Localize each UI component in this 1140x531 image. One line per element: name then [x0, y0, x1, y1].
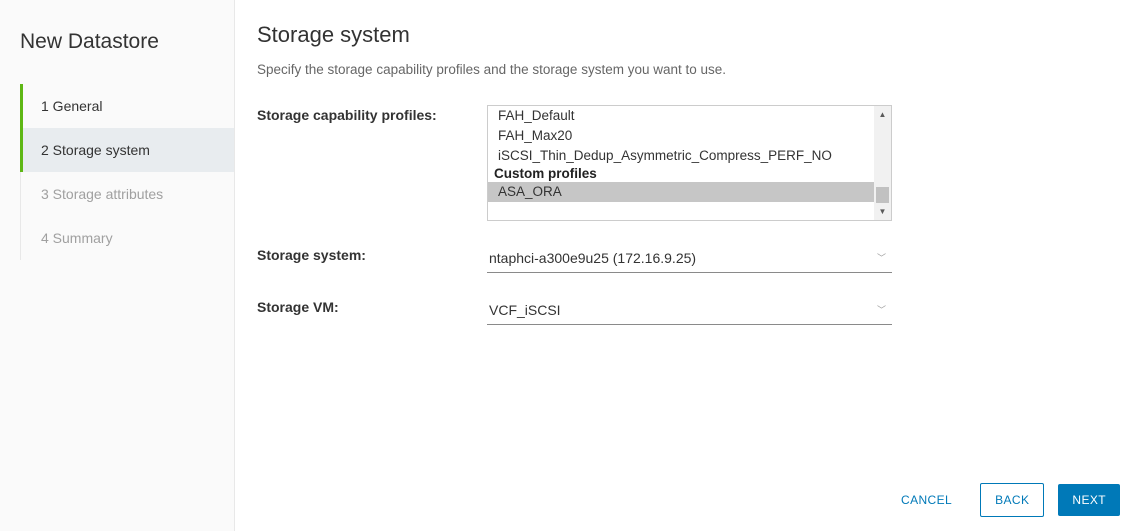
- next-button[interactable]: NEXT: [1058, 484, 1120, 516]
- profile-option[interactable]: FAH_Max20: [488, 126, 874, 146]
- wizard-footer: CANCEL BACK NEXT: [887, 483, 1120, 517]
- scroll-up-icon[interactable]: ▲: [874, 106, 891, 123]
- profile-option-selected[interactable]: ASA_ORA: [488, 182, 874, 202]
- page-subtitle: Specify the storage capability profiles …: [257, 62, 1120, 77]
- back-button[interactable]: BACK: [980, 483, 1044, 517]
- step-summary: 4 Summary: [20, 216, 234, 260]
- row-profiles: Storage capability profiles: FAH_Default…: [257, 105, 1120, 221]
- profile-option[interactable]: iSCSI_Thin_Dedup_Asymmetric_Compress_PER…: [488, 146, 874, 166]
- step-storage-attributes: 3 Storage attributes: [20, 172, 234, 216]
- profiles-label: Storage capability profiles:: [257, 105, 487, 221]
- profiles-scrollbar[interactable]: ▲ ▼: [874, 106, 891, 220]
- chevron-down-icon: ﹀: [877, 251, 886, 264]
- profile-option[interactable]: FAH_Default: [488, 106, 874, 126]
- profiles-listbox[interactable]: FAH_Default FAH_Max20 iSCSI_Thin_Dedup_A…: [487, 105, 892, 221]
- main-content: Storage system Specify the storage capab…: [235, 0, 1140, 531]
- storage-system-dropdown[interactable]: ntaphci-a300e9u25 (172.16.9.25) ﹀: [487, 245, 892, 273]
- step-storage-system[interactable]: 2 Storage system: [20, 128, 234, 172]
- row-storage-system: Storage system: ntaphci-a300e9u25 (172.1…: [257, 245, 1120, 273]
- storage-vm-label: Storage VM:: [257, 297, 487, 325]
- storage-system-label: Storage system:: [257, 245, 487, 273]
- cancel-button[interactable]: CANCEL: [887, 484, 966, 516]
- scroll-down-icon[interactable]: ▼: [874, 203, 891, 220]
- profile-group-label: Custom profiles: [488, 166, 874, 182]
- page-title: Storage system: [257, 22, 1120, 48]
- chevron-down-icon: ﹀: [877, 303, 886, 316]
- row-storage-vm: Storage VM: VCF_iSCSI ﹀: [257, 297, 1120, 325]
- wizard-steps: 1 General 2 Storage system 3 Storage att…: [20, 84, 234, 260]
- storage-vm-value: VCF_iSCSI: [489, 302, 561, 318]
- wizard-title: New Datastore: [0, 20, 234, 84]
- storage-vm-dropdown[interactable]: VCF_iSCSI ﹀: [487, 297, 892, 325]
- profiles-list: FAH_Default FAH_Max20 iSCSI_Thin_Dedup_A…: [488, 106, 874, 220]
- storage-system-value: ntaphci-a300e9u25 (172.16.9.25): [489, 250, 696, 266]
- wizard-sidebar: New Datastore 1 General 2 Storage system…: [0, 0, 235, 531]
- scroll-thumb[interactable]: [876, 187, 889, 203]
- scroll-track[interactable]: [874, 123, 891, 203]
- step-general[interactable]: 1 General: [20, 84, 234, 128]
